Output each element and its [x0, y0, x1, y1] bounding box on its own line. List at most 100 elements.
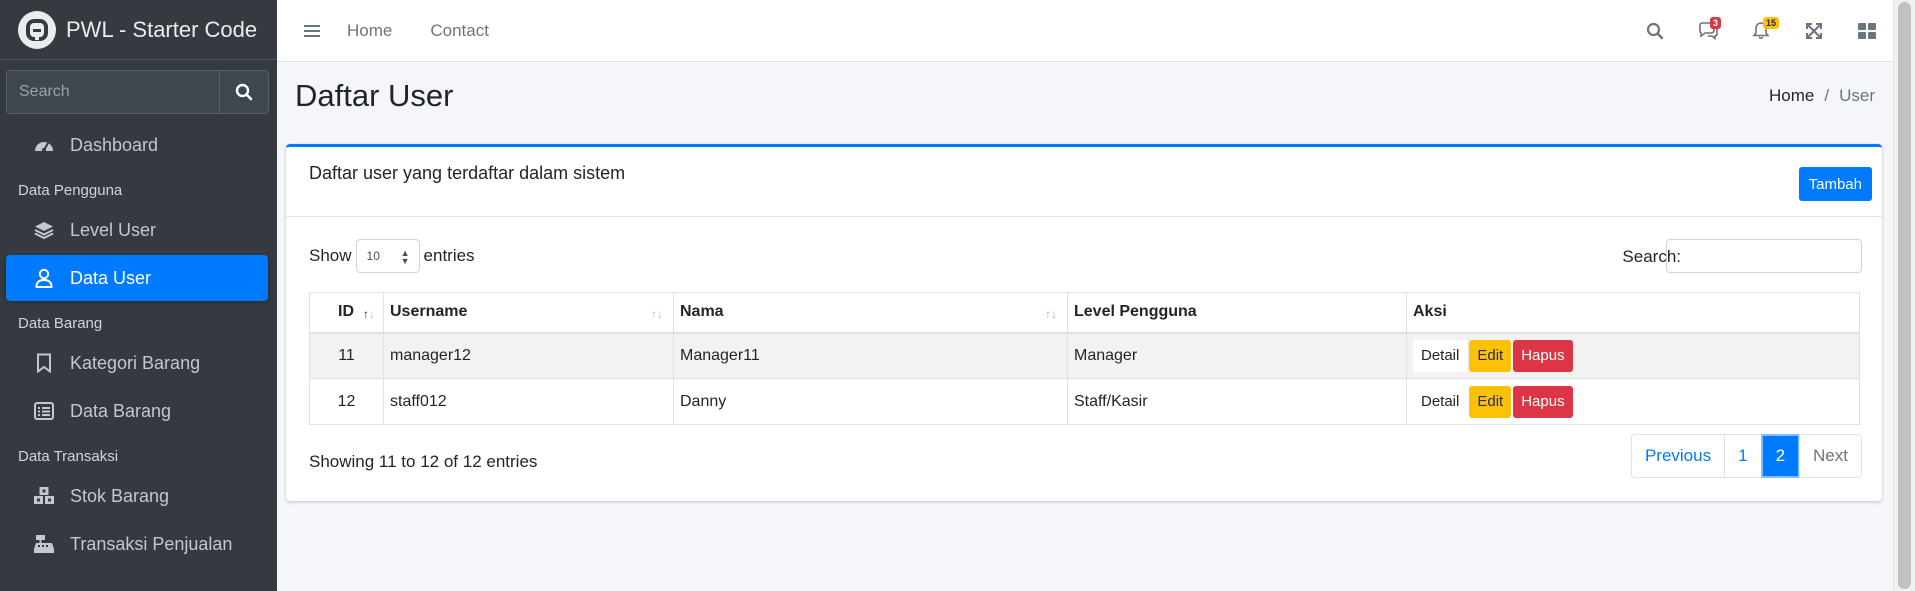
- sidebar-item-label: Kategori Barang: [70, 352, 201, 373]
- column-header-nama[interactable]: Nama ↑↓: [673, 292, 1068, 334]
- entries-length-control: Show 10 ▲ ▼ entries: [309, 239, 475, 273]
- sidebar-header-data-pengguna: Data Pengguna: [18, 182, 123, 199]
- breadcrumb-separator: /: [1824, 86, 1830, 105]
- delete-button[interactable]: Hapus: [1513, 339, 1573, 372]
- top-navbar: Home Contact 3 15: [277, 0, 1893, 62]
- user-table: ID ↑↓ Username ↑↓ Nama ↑↓ Level Pengguna Ak…: [309, 292, 1860, 425]
- brand-logo-icon: [18, 10, 56, 49]
- card-title: Daftar user yang terdaftar dalam sistem: [309, 163, 626, 183]
- sidebar-item-label: Data Barang: [70, 400, 172, 421]
- column-header-label: Username: [390, 303, 468, 321]
- cell-level: Manager: [1067, 332, 1407, 379]
- sort-icon: ↑↓: [1045, 307, 1057, 321]
- notifications-button[interactable]: 15: [1734, 11, 1787, 51]
- cell-id: 12: [309, 378, 384, 425]
- sidebar-header-data-barang: Data Barang: [18, 315, 103, 332]
- user-list-card: Daftar user yang terdaftar dalam sistem …: [286, 144, 1882, 501]
- sidebar-item-label: Dashboard: [70, 134, 159, 155]
- cell-username: staff012: [383, 378, 674, 425]
- pagination-next[interactable]: Next: [1799, 434, 1862, 478]
- breadcrumb-current: User: [1839, 86, 1875, 105]
- sidebar-toggle-button[interactable]: [277, 24, 347, 38]
- nav-link-contact[interactable]: Contact: [430, 21, 489, 41]
- entries-select-value: 10: [366, 249, 380, 263]
- entries-label: entries: [423, 246, 475, 265]
- navbar-search-button[interactable]: [1628, 11, 1681, 51]
- cubes-icon: [32, 484, 56, 508]
- breadcrumb: Home / User: [1769, 86, 1875, 106]
- notifications-badge: 15: [1763, 16, 1780, 29]
- detail-button[interactable]: Detail: [1413, 385, 1468, 418]
- cell-level: Staff/Kasir: [1067, 378, 1407, 425]
- cell-actions: Detail Edit Hapus: [1406, 378, 1860, 425]
- table-info: Showing 11 to 12 of 12 entries: [309, 452, 538, 471]
- sidebar-item-label: Transaksi Penjualan: [70, 533, 233, 554]
- sidebar-search: Search: [6, 70, 269, 114]
- column-header-username[interactable]: Username ↑↓: [383, 292, 674, 334]
- add-user-button[interactable]: Tambah: [1798, 167, 1872, 201]
- sort-icon: ↑↓: [651, 307, 663, 321]
- user-icon: [32, 266, 56, 290]
- sidebar-item-transaksi-penjualan[interactable]: Transaksi Penjualan: [6, 521, 268, 567]
- sidebar-item-stok-barang[interactable]: Stok Barang: [6, 473, 268, 519]
- entries-select[interactable]: 10 ▲ ▼: [355, 239, 420, 273]
- edit-button[interactable]: Edit: [1469, 385, 1512, 418]
- column-header-label: ID: [338, 303, 354, 321]
- sidebar-item-level-user[interactable]: Level User: [6, 207, 268, 253]
- table-header-row: ID ↑↓ Username ↑↓ Nama ↑↓ Level Pengguna Ak…: [309, 292, 1860, 334]
- cell-username: manager12: [383, 332, 674, 379]
- fullscreen-button[interactable]: [1787, 11, 1840, 51]
- brand-title: PWL - Starter Code: [66, 16, 258, 42]
- search-icon: [235, 83, 253, 101]
- cell-id: 11: [309, 332, 384, 379]
- bookmark-icon: [32, 351, 56, 375]
- column-header-aksi: Aksi: [1406, 292, 1860, 334]
- nav-link-home[interactable]: Home: [347, 21, 392, 41]
- search-icon: [1646, 22, 1663, 39]
- pagination-previous[interactable]: Previous: [1630, 434, 1726, 478]
- table-search-input[interactable]: [1666, 239, 1862, 273]
- show-label: Show: [309, 246, 352, 265]
- table-row: 11 manager12 Manager11 Manager Detail Edi…: [309, 332, 1860, 379]
- detail-button[interactable]: Detail: [1413, 339, 1468, 372]
- sidebar-item-dashboard[interactable]: Dashboard: [6, 122, 268, 168]
- table-row: 12 staff012 Danny Staff/Kasir Detail Edit…: [309, 378, 1860, 425]
- cash-register-icon: [32, 532, 56, 556]
- list-icon: [32, 399, 56, 423]
- menu-icon: [304, 24, 320, 37]
- pagination-page-2[interactable]: 2: [1760, 434, 1801, 478]
- sidebar-item-label: Stok Barang: [70, 485, 170, 506]
- pagination-page-1[interactable]: 1: [1724, 434, 1762, 478]
- column-header-level-pengguna: Level Pengguna: [1067, 292, 1407, 334]
- messages-badge: 3: [1710, 16, 1722, 29]
- edit-button[interactable]: Edit: [1469, 339, 1512, 372]
- sidebar-item-label: Level User: [70, 219, 157, 240]
- select-arrows-icon: ▲ ▼: [400, 248, 410, 266]
- sidebar-search-input[interactable]: Search: [6, 70, 219, 114]
- layers-icon: [32, 218, 56, 242]
- expand-arrows-icon: [1805, 22, 1822, 39]
- column-header-label: Level Pengguna: [1074, 303, 1197, 321]
- scrollbar-thumb[interactable]: [1898, 2, 1911, 589]
- cell-nama: Manager11: [673, 332, 1068, 379]
- sidebar-item-label: Data User: [70, 267, 152, 288]
- sidebar-search-button[interactable]: [219, 70, 269, 114]
- sidebar-header-data-transaksi: Data Transaksi: [18, 448, 119, 465]
- sidebar: PWL - Starter Code Search Dashboard Data…: [0, 0, 277, 591]
- page-scrollbar[interactable]: [1893, 0, 1915, 591]
- brand-link[interactable]: PWL - Starter Code: [0, 0, 277, 60]
- column-header-label: Nama: [680, 303, 724, 321]
- sidebar-item-data-barang[interactable]: Data Barang: [6, 388, 268, 434]
- messages-button[interactable]: 3: [1681, 11, 1734, 51]
- column-header-id[interactable]: ID ↑↓: [309, 292, 384, 334]
- sidebar-item-data-user[interactable]: Data User: [6, 255, 268, 301]
- sidebar-item-kategori-barang[interactable]: Kategori Barang: [6, 340, 268, 386]
- cell-nama: Danny: [673, 378, 1068, 425]
- cell-actions: Detail Edit Hapus: [1406, 332, 1860, 379]
- control-sidebar-button[interactable]: [1840, 11, 1893, 51]
- column-header-label: Aksi: [1413, 303, 1447, 321]
- delete-button[interactable]: Hapus: [1513, 385, 1573, 418]
- pagination: Previous 1 2 Next: [1630, 434, 1862, 478]
- breadcrumb-home[interactable]: Home: [1769, 86, 1814, 106]
- card-header: Daftar user yang terdaftar dalam sistem …: [286, 147, 1882, 217]
